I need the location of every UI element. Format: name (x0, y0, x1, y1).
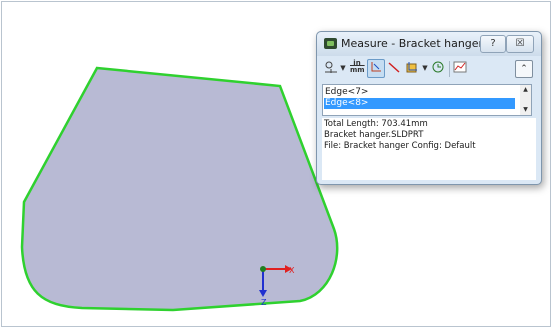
collapse-button[interactable]: ⌃ (515, 60, 533, 78)
sensor-icon[interactable] (453, 60, 467, 77)
list-item[interactable]: Edge<7> (325, 87, 368, 98)
toolbar-divider (449, 61, 450, 77)
file-config: File: Bracket hanger Config: Default (324, 141, 476, 151)
triad-x-label: X (289, 266, 295, 275)
measure-results: Total Length: 703.41mm Bracket hanger.SL… (322, 118, 536, 180)
selection-list[interactable]: Edge<7> Edge<8> ▲ ▼ (322, 84, 532, 116)
help-button[interactable]: ? (480, 35, 506, 53)
scroll-down-icon[interactable]: ▼ (520, 105, 531, 115)
triad-z-label: Z (261, 298, 267, 307)
measure-icon (324, 38, 337, 49)
list-item[interactable]: Edge<8> (324, 98, 515, 109)
scroll-up-icon[interactable]: ▲ (520, 85, 531, 95)
dialog-titlebar[interactable]: Measure - Bracket hanger ? ☒ (317, 32, 541, 56)
measure-toolbar: ▼ in mm ▼ ⌃ (322, 58, 536, 80)
graphics-viewport[interactable]: X Z Measure - Bracket hanger ? ☒ ▼ in mm (1, 1, 551, 327)
list-scrollbar[interactable]: ▲ ▼ (520, 85, 531, 115)
units-bottom-label: mm (350, 66, 365, 74)
chevron-down-icon[interactable]: ▼ (421, 60, 429, 77)
point-to-point-icon[interactable] (387, 60, 401, 77)
chevron-down-icon[interactable]: ▼ (339, 60, 347, 77)
arc-circle-measure-icon[interactable] (324, 60, 338, 77)
xyz-measure-icon[interactable] (367, 59, 385, 78)
part-name: Bracket hanger.SLDPRT (324, 130, 424, 140)
close-button[interactable]: ☒ (506, 35, 534, 53)
measure-dialog[interactable]: Measure - Bracket hanger ? ☒ ▼ in mm ▼ ⌃… (316, 31, 542, 185)
dialog-title: Measure - Bracket hanger (341, 37, 484, 50)
units-button[interactable]: in mm (350, 60, 365, 77)
history-icon[interactable] (431, 60, 445, 77)
total-length: Total Length: 703.41mm (324, 119, 428, 129)
coordinate-system-icon[interactable] (405, 60, 419, 77)
